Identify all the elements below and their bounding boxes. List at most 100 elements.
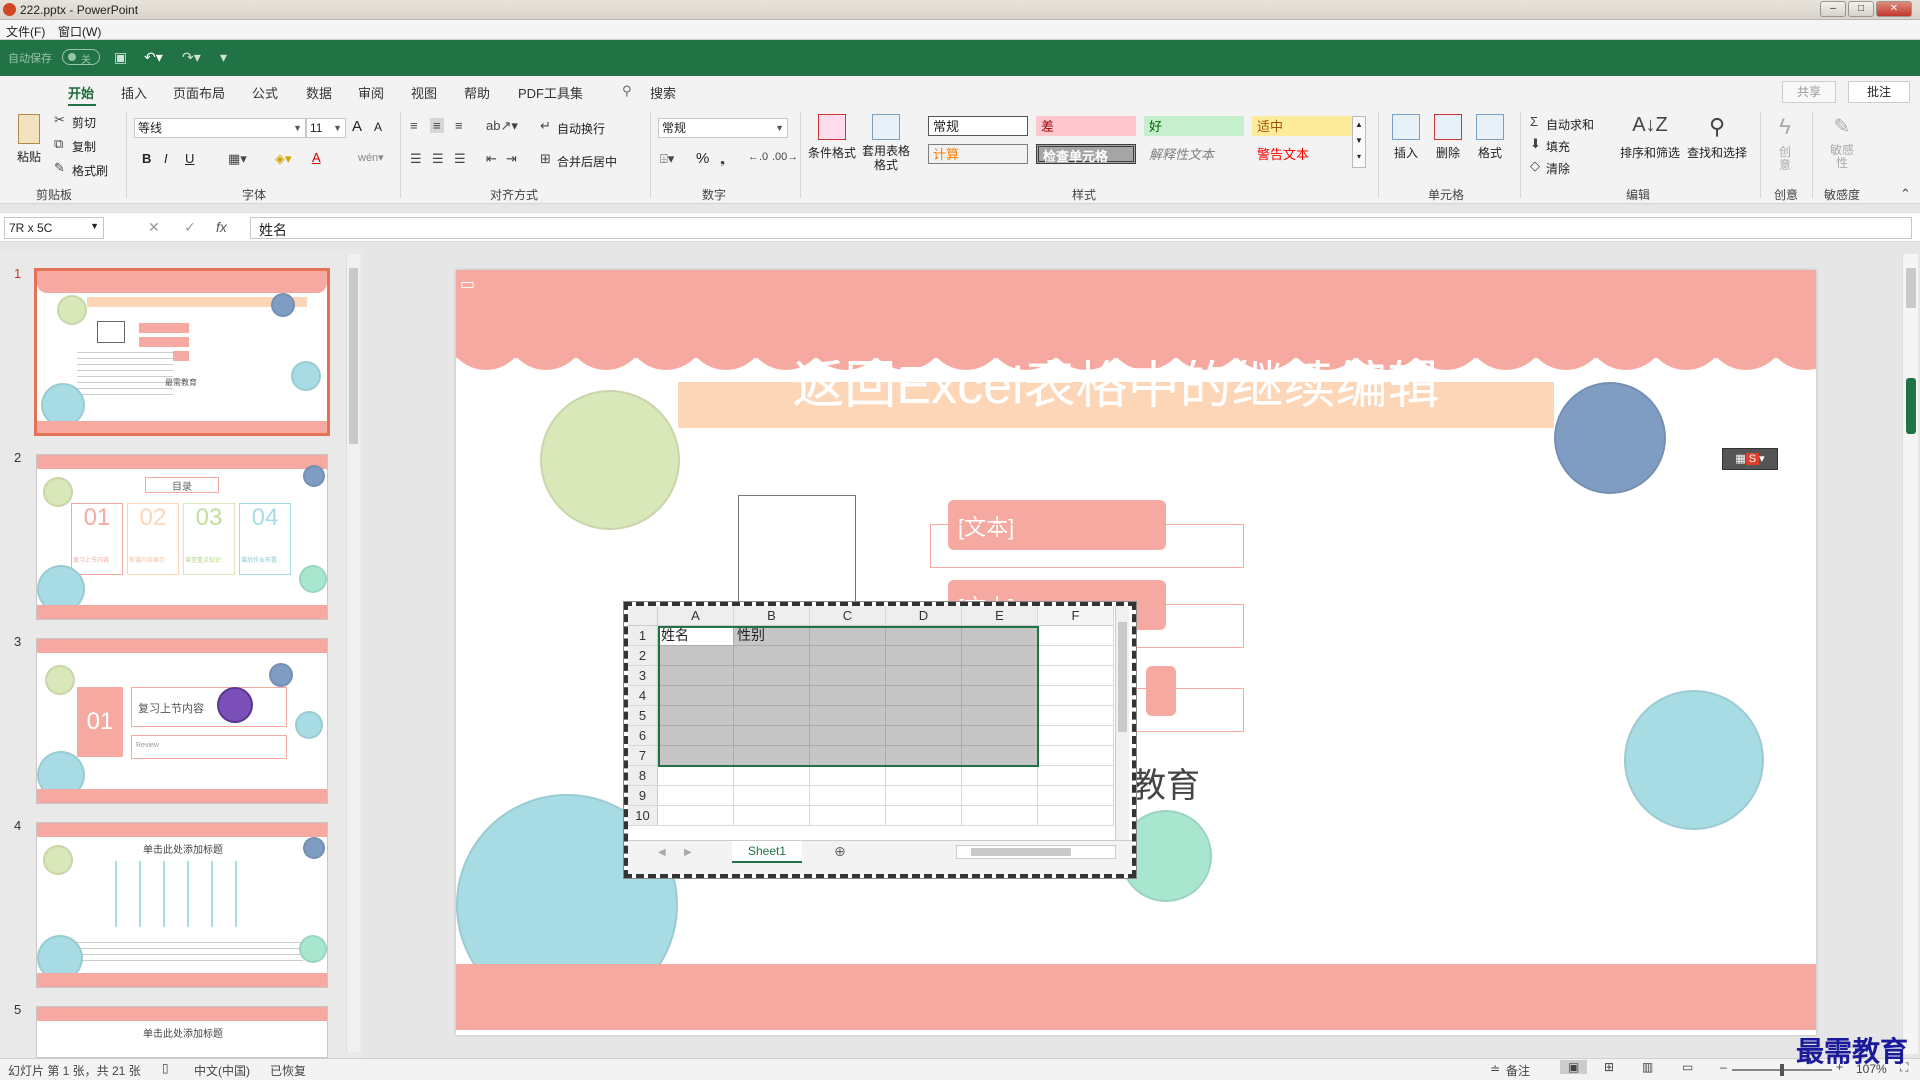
style-normal[interactable]: 常规 bbox=[928, 116, 1028, 136]
row-header[interactable]: 5 bbox=[628, 706, 658, 726]
sheet-cell[interactable] bbox=[734, 686, 810, 706]
column-header[interactable]: C bbox=[810, 606, 886, 626]
conditional-format-button[interactable]: 条件格式 bbox=[806, 114, 858, 161]
sheet-cell[interactable] bbox=[1038, 806, 1114, 826]
normal-view-icon[interactable]: ▣ bbox=[1560, 1060, 1588, 1074]
sheet-cell[interactable] bbox=[810, 766, 886, 786]
enter-button[interactable]: ✓ bbox=[184, 219, 196, 236]
column-header[interactable]: E bbox=[962, 606, 1038, 626]
creative-button[interactable]: ϟ 创意 bbox=[1770, 114, 1800, 172]
sheet-cell[interactable] bbox=[1038, 746, 1114, 766]
tab-pdf-tools[interactable]: PDF工具集 bbox=[518, 83, 583, 102]
row-header[interactable]: 9 bbox=[628, 786, 658, 806]
formula-input[interactable]: 姓名 bbox=[250, 217, 1912, 239]
tab-nav-right-icon[interactable]: ▶ bbox=[684, 847, 692, 858]
sheet-cell[interactable] bbox=[886, 746, 962, 766]
scrollbar-thumb[interactable] bbox=[1906, 268, 1916, 308]
increase-indent-icon[interactable]: ⇥ bbox=[506, 151, 517, 167]
sheet-cell[interactable] bbox=[810, 726, 886, 746]
menu-file[interactable]: 文件(F) bbox=[6, 23, 45, 40]
sheet-cell[interactable] bbox=[810, 786, 886, 806]
row-header[interactable]: 4 bbox=[628, 686, 658, 706]
row-header[interactable]: 10 bbox=[628, 806, 658, 826]
autosum-button[interactable]: 自动求和 bbox=[1546, 116, 1594, 133]
column-header[interactable]: A bbox=[658, 606, 734, 626]
row-header[interactable]: 2 bbox=[628, 646, 658, 666]
sheet-cell[interactable] bbox=[962, 726, 1038, 746]
sheet-cell[interactable] bbox=[658, 726, 734, 746]
insert-function-button[interactable]: fx bbox=[216, 219, 227, 235]
cancel-entry-button[interactable]: ✕ bbox=[148, 219, 160, 236]
increase-decimal-icon[interactable]: ←.0 bbox=[748, 151, 768, 163]
name-box[interactable]: 7R x 5C ▼ bbox=[4, 217, 104, 239]
style-check-cell[interactable]: 检查单元格 bbox=[1036, 144, 1136, 164]
sheet-vscroll[interactable] bbox=[1115, 606, 1129, 840]
italic-button[interactable]: I bbox=[164, 151, 168, 166]
sheet-cell[interactable] bbox=[658, 746, 734, 766]
align-left-icon[interactable]: ☰ bbox=[410, 151, 422, 167]
comment-icon[interactable]: ▭ bbox=[460, 274, 475, 294]
format-painter-button[interactable]: 格式刷 bbox=[72, 162, 108, 179]
sheet-cell[interactable] bbox=[734, 806, 810, 826]
sheet-tab[interactable]: Sheet1 bbox=[732, 841, 802, 863]
menu-window[interactable]: 窗口(W) bbox=[58, 23, 101, 40]
row-header[interactable]: 1 bbox=[628, 626, 658, 646]
slide-scrollbar[interactable] bbox=[1902, 254, 1918, 1054]
save-icon[interactable]: ▣ bbox=[114, 49, 127, 66]
sheet-cell[interactable] bbox=[734, 746, 810, 766]
slide-thumbnail-4[interactable]: 单击此处添加标题 bbox=[36, 822, 328, 988]
shrink-font-button[interactable]: A bbox=[374, 120, 382, 134]
fill-color-icon[interactable]: ◈▾ bbox=[275, 151, 292, 167]
slide-title[interactable]: 返回Excel表格中的继续编辑 bbox=[678, 360, 1554, 420]
comment-button[interactable]: 批注 bbox=[1848, 81, 1910, 103]
column-header[interactable]: D bbox=[886, 606, 962, 626]
language[interactable]: 中文(中国) bbox=[194, 1062, 250, 1079]
tab-formulas[interactable]: 公式 bbox=[252, 83, 278, 102]
font-name-select[interactable]: 等线 ▼ bbox=[134, 118, 306, 138]
close-button[interactable]: ✕ bbox=[1876, 1, 1912, 17]
bold-button[interactable]: B bbox=[142, 151, 151, 166]
undo-icon[interactable]: ↶▾ bbox=[144, 49, 163, 66]
thumbnail-scrollbar[interactable] bbox=[346, 254, 360, 1052]
sheet-cell[interactable] bbox=[886, 646, 962, 666]
align-bottom-icon[interactable]: ≡ bbox=[455, 118, 463, 133]
font-color-button[interactable]: A bbox=[312, 150, 321, 165]
style-warning[interactable]: 警告文本 bbox=[1252, 144, 1352, 164]
slide-thumbnail-3[interactable]: 01 复习上节内容 Review bbox=[36, 638, 328, 804]
sheet-cell[interactable] bbox=[886, 766, 962, 786]
add-sheet-icon[interactable]: ⊕ bbox=[834, 843, 846, 860]
ime-toolbar[interactable]: ▦ S ▾ bbox=[1722, 448, 1778, 470]
comma-style-icon[interactable]: ❟ bbox=[720, 151, 725, 167]
row-header[interactable]: 6 bbox=[628, 726, 658, 746]
sheet-cell[interactable] bbox=[886, 686, 962, 706]
cut-button[interactable]: 剪切 bbox=[72, 114, 96, 131]
sheet-cell[interactable]: 姓名 bbox=[658, 626, 734, 646]
sheet-cell[interactable] bbox=[886, 806, 962, 826]
wrap-text-button[interactable]: 自动换行 bbox=[557, 120, 605, 137]
sheet-cell[interactable] bbox=[886, 726, 962, 746]
merge-center-button[interactable]: 合并后居中 bbox=[557, 153, 617, 170]
sheet-cell[interactable] bbox=[1038, 646, 1114, 666]
sheet-cell[interactable] bbox=[658, 806, 734, 826]
sheet-cell[interactable] bbox=[810, 806, 886, 826]
decrease-decimal-icon[interactable]: .00→ bbox=[772, 151, 798, 163]
underline-button[interactable]: U bbox=[185, 151, 194, 166]
row-header[interactable]: 8 bbox=[628, 766, 658, 786]
format-as-table-button[interactable]: 套用表格格式 bbox=[860, 114, 912, 172]
scrollbar-thumb[interactable] bbox=[349, 268, 358, 444]
sheet-cell[interactable] bbox=[734, 726, 810, 746]
sensitivity-button[interactable]: ✎ 敏感性 bbox=[1822, 114, 1862, 170]
style-calculation[interactable]: 计算 bbox=[928, 144, 1028, 164]
sheet-cell[interactable] bbox=[734, 706, 810, 726]
spell-check-icon[interactable]: ▯ bbox=[162, 1061, 169, 1075]
notes-button[interactable]: 备注 bbox=[1506, 1062, 1530, 1079]
picture-placeholder[interactable] bbox=[738, 495, 856, 605]
brand-text[interactable]: 教育 bbox=[1132, 758, 1200, 807]
tab-home[interactable]: 开始 bbox=[68, 83, 94, 102]
sheet-cell[interactable] bbox=[810, 686, 886, 706]
column-header[interactable]: F bbox=[1038, 606, 1114, 626]
currency-icon[interactable]: ⌹▾ bbox=[660, 151, 674, 167]
grow-font-button[interactable]: A bbox=[352, 118, 362, 135]
insert-cells-button[interactable]: 插入 bbox=[1386, 114, 1426, 161]
sheet-cell[interactable] bbox=[962, 706, 1038, 726]
